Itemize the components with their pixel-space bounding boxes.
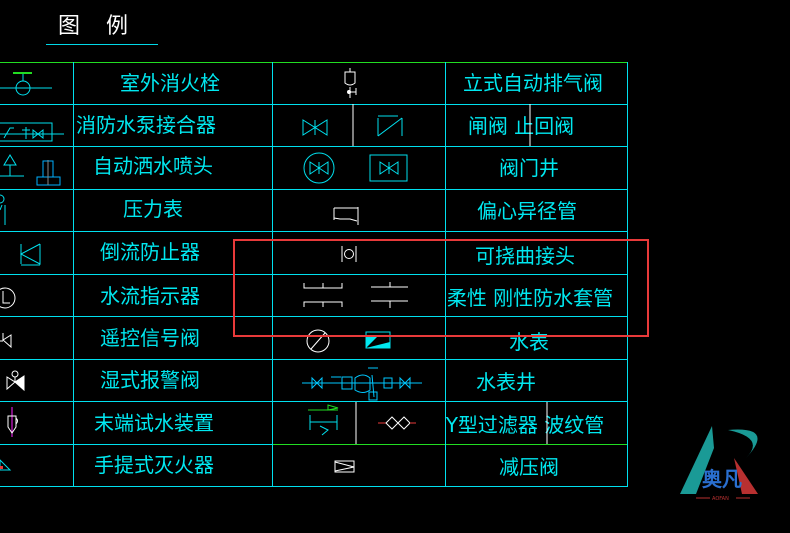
flow-indicator-icon: [0, 287, 16, 309]
wet-alarm-valve-icon: [6, 370, 25, 392]
end-test-device-icon: [7, 407, 18, 437]
outdoor-hydrant-icon: [0, 72, 52, 96]
auto-air-vent-icon: [344, 68, 357, 98]
backflow-preventer-icon: [19, 243, 41, 266]
aofan-logo: 奥凡 AOFAN: [676, 418, 776, 503]
valve-well-icon: [303, 152, 408, 184]
sprinkler-icon: [0, 154, 61, 186]
logo-subtext: AOFAN: [712, 496, 729, 502]
gate-check-valve-icon: [302, 104, 531, 146]
pump-connector-icon: [0, 122, 64, 142]
highlight-box: [233, 239, 649, 337]
y-strainer-bellows-icon: [308, 402, 548, 444]
water-meter-well-icon: [302, 367, 422, 401]
pressure-gauge-icon: [0, 194, 6, 225]
pressure-reducing-valve-icon: [334, 460, 355, 473]
remote-signal-valve-icon: [0, 333, 12, 349]
logo-text: 奥凡: [702, 467, 742, 491]
portable-extinguisher-icon: [0, 459, 12, 471]
eccentric-reducer-icon: [333, 207, 359, 225]
logo-mark-icon: 奥凡 AOFAN: [680, 426, 758, 502]
